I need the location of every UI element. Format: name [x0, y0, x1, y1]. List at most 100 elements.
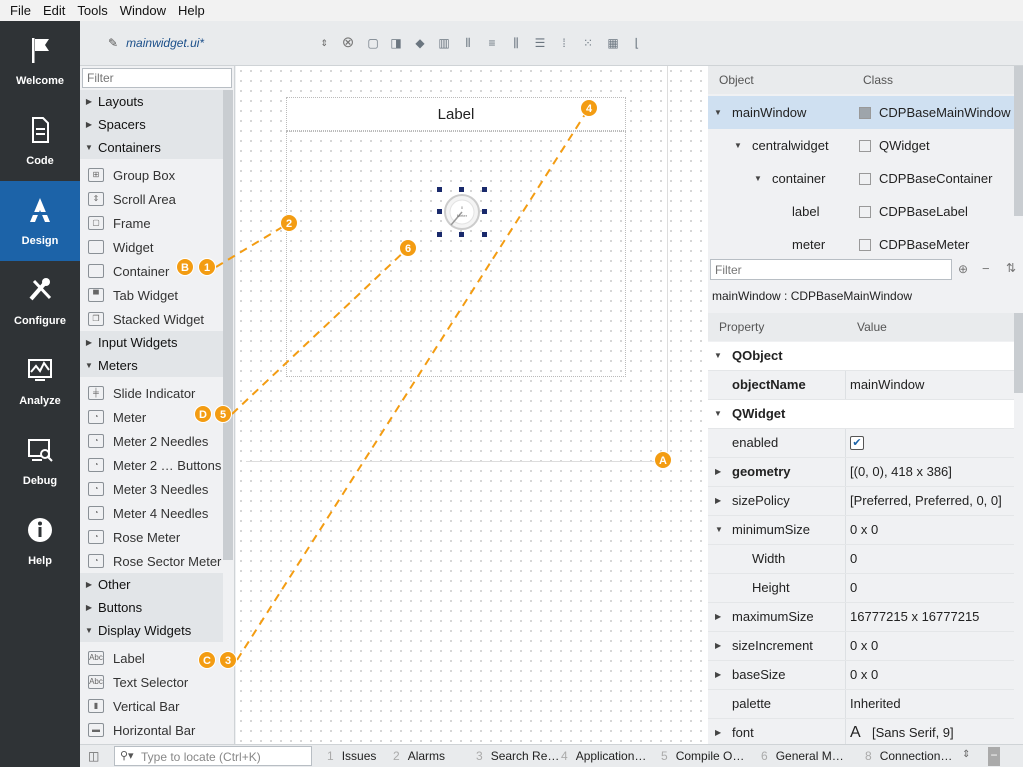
- menu-item-window[interactable]: Window: [114, 3, 172, 18]
- property-value[interactable]: 16777215 x 16777215: [850, 603, 979, 631]
- output-tab-5[interactable]: 5 Compile O…: [661, 749, 744, 763]
- menu-item-edit[interactable]: Edit: [37, 3, 71, 18]
- object-column-header[interactable]: Object: [719, 73, 754, 87]
- sort-options-icon[interactable]: ⇅: [1006, 261, 1016, 275]
- collapsed-arrow-icon[interactable]: ▶: [715, 603, 721, 631]
- remove-property-icon[interactable]: −: [982, 261, 990, 276]
- form-label-widget[interactable]: Label: [286, 97, 626, 131]
- property-value[interactable]: 0 x 0: [850, 516, 878, 544]
- mode-debug[interactable]: Debug: [0, 421, 80, 501]
- object-row-mainwindow[interactable]: ▼ mainWindow CDPBaseMainWindow: [708, 96, 1014, 129]
- output-tab-2[interactable]: 2 Alarms: [393, 749, 445, 763]
- widget-item-slide-indicator[interactable]: ╪ Slide Indicator: [80, 381, 223, 405]
- mode-analyze[interactable]: Analyze: [0, 341, 80, 421]
- widget-item-meter-4-needles[interactable]: ◔ Meter 4 Needles: [80, 501, 223, 525]
- property-row-objectname[interactable]: objectName mainWindow: [708, 371, 1014, 400]
- category-input-widgets[interactable]: ▶ Input Widgets: [80, 331, 223, 354]
- widget-item-scroll-area[interactable]: ⇕ Scroll Area: [80, 187, 223, 211]
- property-value[interactable]: 0: [850, 545, 857, 573]
- break-layout-icon[interactable]: ▦: [605, 35, 621, 51]
- category-display-widgets[interactable]: ▼ Display Widgets: [80, 619, 223, 642]
- output-tab-3[interactable]: 3 Search Re…: [476, 749, 559, 763]
- widget-item-widget[interactable]: Widget: [80, 235, 223, 259]
- signal-slot-mode-icon[interactable]: ◨: [388, 35, 404, 51]
- mode-configure[interactable]: Configure: [0, 261, 80, 341]
- collapsed-arrow-icon[interactable]: ▶: [715, 458, 721, 486]
- adjust-size-icon[interactable]: ⌊: [629, 35, 645, 51]
- buddy-mode-icon[interactable]: ◆: [412, 35, 428, 51]
- widget-item-tab-widget[interactable]: ▀ Tab Widget: [80, 283, 223, 307]
- property-filter-input[interactable]: [710, 259, 952, 280]
- value-column-header[interactable]: Value: [857, 320, 887, 334]
- property-row-palette[interactable]: palette Inherited: [708, 690, 1014, 719]
- object-row-label[interactable]: label CDPBaseLabel: [708, 195, 1014, 228]
- minimize-panes-button[interactable]: −: [988, 747, 1000, 766]
- property-row-minimumsize[interactable]: ▼ minimumSize 0 x 0: [708, 516, 1014, 545]
- mode-help[interactable]: Help: [0, 501, 80, 581]
- output-tab-4[interactable]: 4 Application…: [561, 749, 646, 763]
- property-value[interactable]: Inherited: [850, 690, 901, 718]
- property-value[interactable]: 0 x 0: [850, 661, 878, 689]
- layout-form-icon[interactable]: ⁞: [556, 35, 572, 51]
- property-row-width[interactable]: Width 0: [708, 545, 1014, 574]
- object-inspector-scrollbar[interactable]: [1014, 66, 1023, 216]
- widget-item-text-selector[interactable]: Abc Text Selector: [80, 670, 223, 694]
- property-row-sizepolicy[interactable]: ▶ sizePolicy [Preferred, Preferred, 0, 0…: [708, 487, 1014, 516]
- object-row-centralwidget[interactable]: ▼ centralwidget QWidget: [708, 129, 1014, 162]
- category-meters[interactable]: ▼ Meters: [80, 354, 223, 377]
- widget-item-meter-2-buttons[interactable]: ◔ Meter 2 … Buttons: [80, 453, 223, 477]
- mode-design[interactable]: Design: [0, 181, 80, 261]
- object-row-meter[interactable]: meter CDPBaseMeter: [708, 228, 1014, 261]
- collapsed-arrow-icon[interactable]: ▶: [715, 661, 721, 689]
- form-container-widget[interactable]: 0 Meter: [286, 131, 626, 377]
- property-value[interactable]: 0 x 0: [850, 632, 878, 660]
- property-row-sizeincrement[interactable]: ▶ sizeIncrement 0 x 0: [708, 632, 1014, 661]
- property-group-qwidget[interactable]: ▼ QWidget: [708, 400, 1014, 429]
- main-window-form[interactable]: Label 0 Meter: [246, 66, 668, 462]
- layout-h-splitter-icon[interactable]: ⫼: [508, 35, 524, 51]
- add-dynamic-property-icon[interactable]: ⊕: [958, 262, 968, 276]
- form-meter-widget[interactable]: 0 Meter: [437, 187, 487, 237]
- property-value[interactable]: [Preferred, Preferred, 0, 0]: [850, 487, 1002, 515]
- output-tab-6[interactable]: 6 General M…: [761, 749, 844, 763]
- property-value[interactable]: [Sans Serif, 9]: [872, 719, 954, 747]
- menu-item-file[interactable]: File: [4, 3, 37, 18]
- widget-edit-mode-icon[interactable]: ▢: [365, 35, 381, 51]
- property-row-maximumsize[interactable]: ▶ maximumSize 16777215 x 16777215: [708, 603, 1014, 632]
- category-other[interactable]: ▶ Other: [80, 573, 223, 596]
- tab-order-mode-icon[interactable]: ▥: [436, 35, 452, 51]
- mode-code[interactable]: Code: [0, 101, 80, 181]
- widget-item-frame[interactable]: ▢ Frame: [80, 211, 223, 235]
- property-column-header[interactable]: Property: [719, 320, 764, 334]
- category-containers[interactable]: ▼ Containers: [80, 136, 223, 159]
- layout-horizontal-icon[interactable]: ⦀: [460, 35, 476, 51]
- menu-item-help[interactable]: Help: [172, 3, 211, 18]
- widget-item-stacked-widget[interactable]: ❐ Stacked Widget: [80, 307, 223, 331]
- category-layouts[interactable]: ▶ Layouts: [80, 90, 223, 113]
- property-editor-scrollbar[interactable]: [1014, 313, 1023, 393]
- property-group-qobject[interactable]: ▼ QObject: [708, 342, 1014, 371]
- property-value[interactable]: 0: [850, 574, 857, 602]
- layout-grid-icon[interactable]: ⁙: [580, 35, 596, 51]
- property-row-height[interactable]: Height 0: [708, 574, 1014, 603]
- collapsed-arrow-icon[interactable]: ▶: [715, 487, 721, 515]
- property-row-enabled[interactable]: enabled ✔: [708, 429, 1014, 458]
- layout-vertical-icon[interactable]: ≡: [484, 35, 500, 51]
- output-tab-7[interactable]: 8 Connection…: [865, 749, 952, 763]
- enabled-checkbox[interactable]: ✔: [850, 436, 864, 450]
- collapsed-arrow-icon[interactable]: ▶: [715, 719, 721, 747]
- locator-input[interactable]: ⚲▾ Type to locate (Ctrl+K): [114, 746, 312, 766]
- object-row-container[interactable]: ▼ container CDPBaseContainer: [708, 162, 1014, 195]
- widget-item-rose-meter[interactable]: ◔ Rose Meter: [80, 525, 223, 549]
- widget-item-group-box[interactable]: ⊞ Group Box: [80, 163, 223, 187]
- property-value[interactable]: mainWindow: [850, 371, 924, 399]
- more-panes-arrows-icon[interactable]: ⇕: [962, 749, 970, 760]
- menu-item-tools[interactable]: Tools: [71, 3, 113, 18]
- widget-item-horizontal-bar[interactable]: ▬ Horizontal Bar: [80, 718, 223, 742]
- widget-item-vertical-bar[interactable]: ▮ Vertical Bar: [80, 694, 223, 718]
- property-row-basesize[interactable]: ▶ baseSize 0 x 0: [708, 661, 1014, 690]
- property-value[interactable]: [(0, 0), 418 x 386]: [850, 458, 952, 486]
- category-spacers[interactable]: ▶ Spacers: [80, 113, 223, 136]
- collapsed-arrow-icon[interactable]: ▶: [715, 632, 721, 660]
- close-document-icon[interactable]: ⊗: [340, 35, 356, 51]
